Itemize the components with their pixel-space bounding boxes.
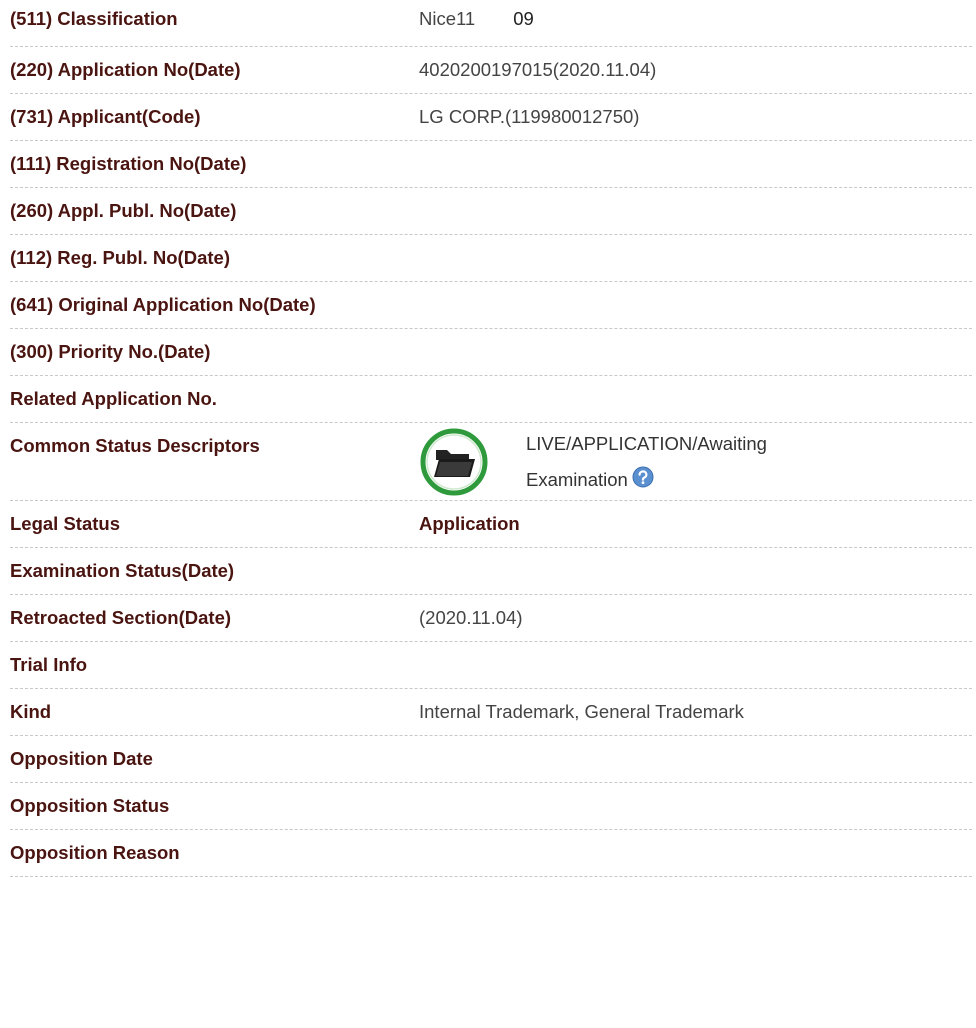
kind-label: Kind: [10, 701, 52, 722]
row-application-no: (220) Application No(Date) 4020200197015…: [10, 47, 972, 94]
retroacted-section-label: Retroacted Section(Date): [10, 607, 232, 628]
row-classification: (511) Classification Nice11 09: [10, 0, 972, 47]
row-appl-publ-no: (260) Appl. Publ. No(Date): [10, 188, 972, 235]
row-retroacted-section: Retroacted Section(Date) (2020.11.04): [10, 595, 972, 642]
row-reg-publ-no: (112) Reg. Publ. No(Date): [10, 235, 972, 282]
trial-info-label: Trial Info: [10, 654, 88, 675]
common-status-label: Common Status Descriptors: [10, 435, 260, 456]
classification-system: Nice11: [419, 8, 476, 29]
row-registration-no: (111) Registration No(Date): [10, 141, 972, 188]
appl-publ-no-label: (260) Appl. Publ. No(Date): [10, 200, 237, 221]
row-original-application-no: (641) Original Application No(Date): [10, 282, 972, 329]
row-applicant: (731) Applicant(Code) LG CORP.(119980012…: [10, 94, 972, 141]
trademark-info-table: (511) Classification Nice11 09 (220) Appl…: [10, 0, 972, 877]
legal-status-value: Application: [419, 513, 520, 534]
opposition-reason-label: Opposition Reason: [10, 842, 180, 863]
row-kind: Kind Internal Trademark, General Tradema…: [10, 689, 972, 736]
classification-code: 09: [513, 8, 534, 29]
status-descriptor-text: LIVE/APPLICATION/Awaiting Examination: [526, 426, 846, 498]
row-trial-info: Trial Info: [10, 642, 972, 689]
folder-status-icon: [420, 428, 488, 496]
opposition-status-label: Opposition Status: [10, 795, 170, 816]
row-related-application-no: Related Application No.: [10, 376, 972, 423]
priority-no-label: (300) Priority No.(Date): [10, 341, 211, 362]
original-application-no-label: (641) Original Application No(Date): [10, 294, 316, 315]
examination-status-label: Examination Status(Date): [10, 560, 235, 581]
classification-value: Nice11 09: [419, 0, 534, 42]
row-legal-status: Legal Status Application: [10, 501, 972, 548]
related-application-no-label: Related Application No.: [10, 388, 217, 409]
application-no-label: (220) Application No(Date): [10, 59, 241, 80]
row-opposition-status: Opposition Status: [10, 783, 972, 830]
reg-publ-no-label: (112) Reg. Publ. No(Date): [10, 247, 230, 268]
row-priority-no: (300) Priority No.(Date): [10, 329, 972, 376]
row-common-status: Common Status Descriptors LIVE/APPLICATI…: [10, 423, 972, 501]
applicant-value: LG CORP.(119980012750): [419, 106, 640, 127]
retroacted-section-value: (2020.11.04): [419, 607, 523, 628]
opposition-date-label: Opposition Date: [10, 748, 153, 769]
help-icon[interactable]: [632, 466, 654, 488]
row-opposition-reason: Opposition Reason: [10, 830, 972, 877]
registration-no-label: (111) Registration No(Date): [10, 153, 247, 174]
applicant-label: (731) Applicant(Code): [10, 106, 201, 127]
row-opposition-date: Opposition Date: [10, 736, 972, 783]
application-no-value: 4020200197015(2020.11.04): [419, 59, 657, 80]
classification-label: (511) Classification: [10, 8, 178, 29]
kind-value: Internal Trademark, General Trademark: [419, 701, 744, 722]
row-examination-status: Examination Status(Date): [10, 548, 972, 595]
legal-status-label: Legal Status: [10, 513, 120, 534]
